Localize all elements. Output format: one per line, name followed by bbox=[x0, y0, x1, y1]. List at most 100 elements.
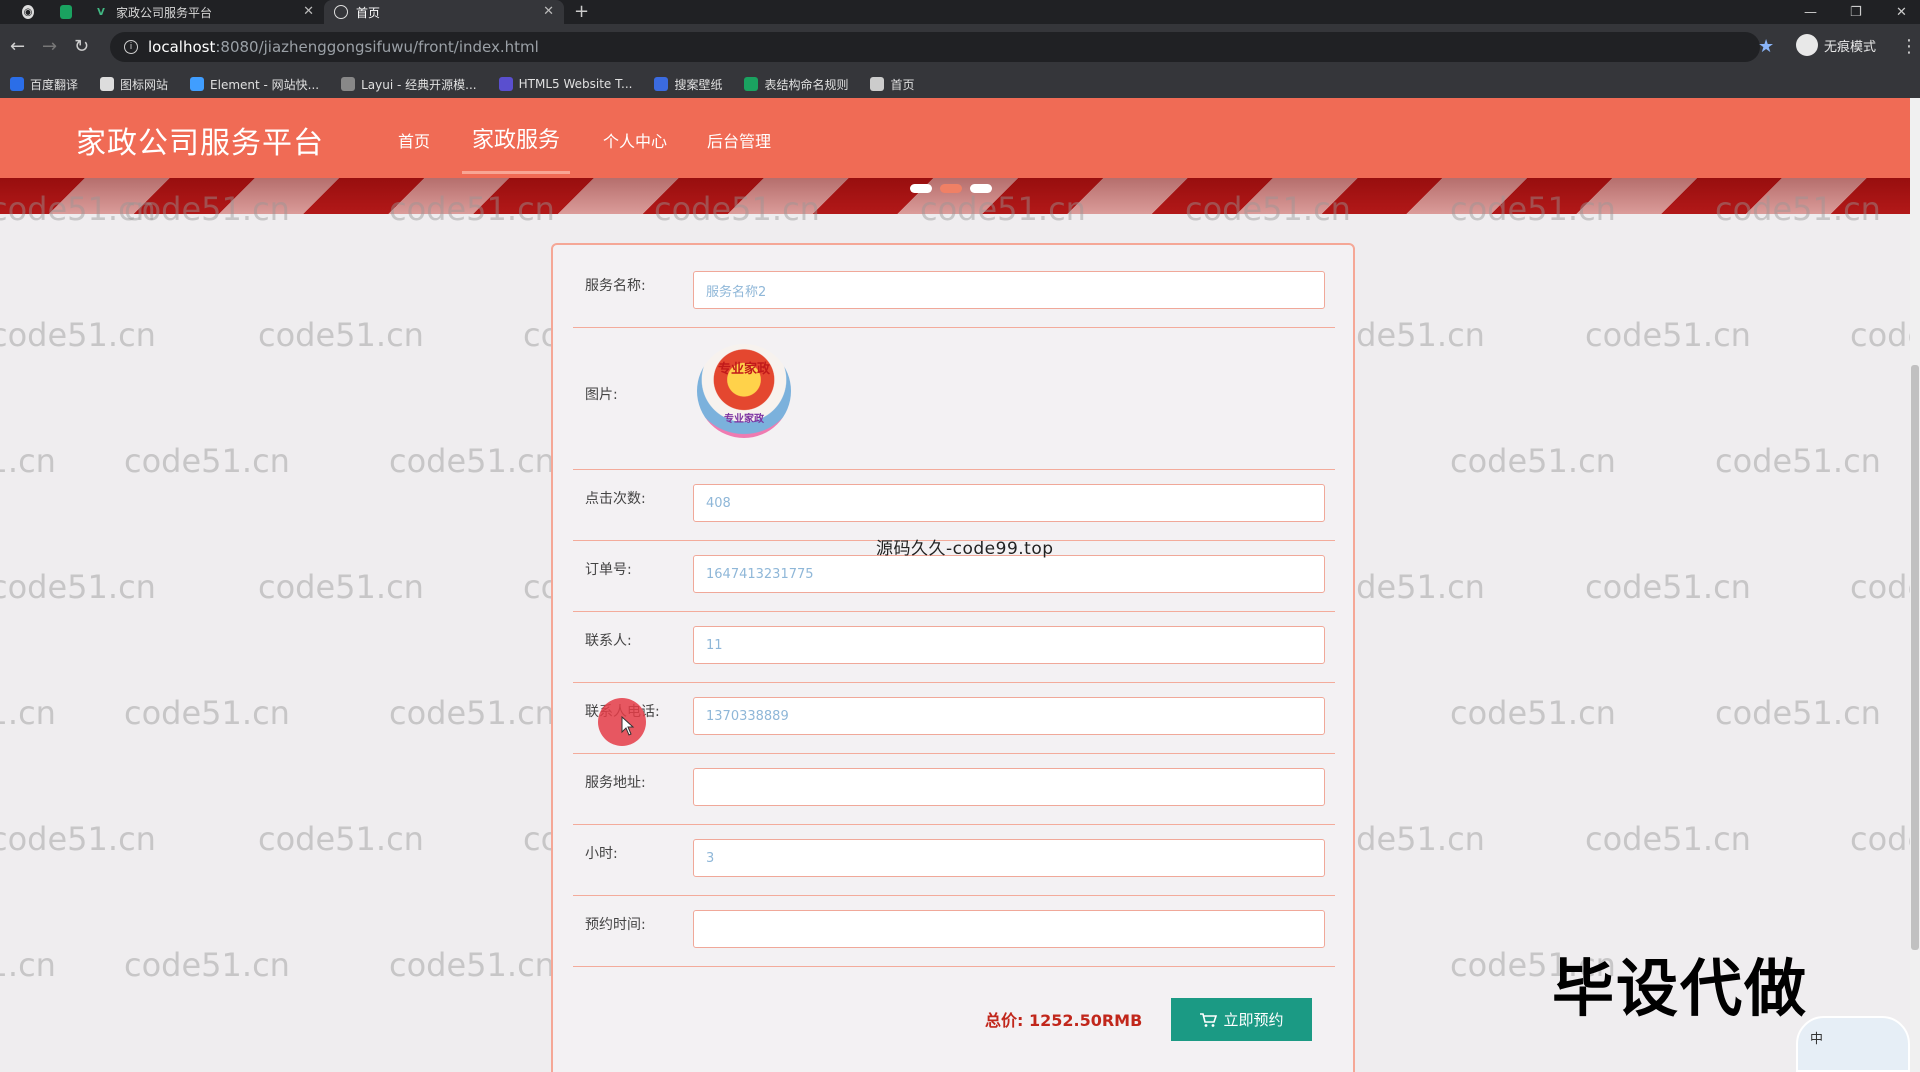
field-label: 预约时间: bbox=[585, 917, 646, 933]
bookmark-item[interactable]: Layui - 经典开源模... bbox=[341, 76, 477, 93]
watermark-text: code51.cn bbox=[124, 694, 290, 732]
source-overlay-text: 源码久久-code99.top bbox=[876, 539, 1054, 559]
scrollbar-thumb[interactable] bbox=[1911, 365, 1919, 950]
tab-label: 家政公司服务平台 bbox=[116, 5, 213, 20]
watermark-text: code51.cn bbox=[1585, 316, 1751, 354]
bookmark-item[interactable]: 图标网站 bbox=[100, 76, 168, 93]
ime-label: 中 bbox=[1810, 1032, 1824, 1047]
watermark-text: code51.cn bbox=[258, 820, 424, 858]
nav-admin[interactable]: 后台管理 bbox=[707, 128, 771, 152]
close-window-icon[interactable]: ✕ bbox=[1896, 0, 1907, 24]
mouse-cursor-icon bbox=[621, 716, 635, 736]
browser-tab-bar: ◉ V 家政公司服务平台 ✕ 首页 ✕ + — ❐ ✕ bbox=[0, 0, 1920, 24]
back-icon[interactable]: ← bbox=[10, 36, 25, 57]
field-input[interactable] bbox=[693, 555, 1325, 593]
bookmark-item[interactable]: 百度翻译 bbox=[10, 76, 78, 93]
reload-icon[interactable]: ↻ bbox=[74, 36, 89, 57]
form-row: 预约时间: bbox=[573, 896, 1335, 967]
watermark-text: code51.cn bbox=[0, 694, 56, 732]
url-input[interactable]: i localhost :8080/jiazhenggongsifuwu/fro… bbox=[110, 32, 1760, 62]
field-label: 小时: bbox=[585, 846, 618, 862]
globe-icon bbox=[334, 5, 348, 19]
site-header: 家政公司服务平台 首页 家政服务 个人中心 后台管理 bbox=[0, 98, 1910, 178]
book-now-button[interactable]: 立即预约 bbox=[1171, 998, 1312, 1041]
image-caption: 专业家政 bbox=[717, 362, 770, 377]
bookmark-item[interactable]: 表结构命名规则 bbox=[744, 76, 848, 93]
form-row: 联系人电话: bbox=[573, 683, 1335, 754]
bookmark-star-icon[interactable]: ★ bbox=[1758, 36, 1774, 57]
address-bar-row: ← → ↻ i localhost :8080/jiazhenggongsifu… bbox=[0, 24, 1920, 70]
booking-form-card: 服务名称:图片:专业家政专业家政点击次数:订单号:联系人:联系人电话:服务地址:… bbox=[551, 243, 1355, 1072]
minimize-icon[interactable]: — bbox=[1804, 0, 1817, 24]
service-image: 专业家政 专业家政 bbox=[697, 344, 791, 438]
bookmark-item[interactable]: 首页 bbox=[870, 76, 915, 93]
nav-active-indicator bbox=[462, 171, 570, 174]
tab-platform[interactable]: V 家政公司服务平台 ✕ bbox=[84, 0, 324, 24]
bookmarks-bar: 百度翻译 图标网站 Element - 网站快... Layui - 经典开源模...… bbox=[0, 70, 1920, 98]
form-row: 联系人: bbox=[573, 612, 1335, 683]
field-input[interactable] bbox=[693, 910, 1325, 948]
bookmark-label: 表结构命名规则 bbox=[764, 77, 849, 92]
bookmark-item[interactable]: 搜案壁纸 bbox=[654, 76, 722, 93]
form-row: 服务地址: bbox=[573, 754, 1335, 825]
url-path: :8080/jiazhenggongsifuwu/front/index.htm… bbox=[215, 38, 539, 56]
nav-home[interactable]: 首页 bbox=[398, 128, 430, 152]
form-row: 点击次数: bbox=[573, 470, 1335, 541]
bookmark-item[interactable]: Element - 网站快... bbox=[190, 76, 319, 93]
image-caption: 专业家政 bbox=[724, 414, 764, 425]
close-icon[interactable]: ✕ bbox=[303, 4, 314, 19]
field-input[interactable] bbox=[693, 697, 1325, 735]
site-info-icon[interactable]: i bbox=[124, 40, 138, 54]
bookmark-label: 首页 bbox=[890, 77, 915, 92]
total-price: 总价: 1252.50RMB bbox=[985, 1007, 1142, 1031]
nav-personal-center[interactable]: 个人中心 bbox=[603, 128, 667, 152]
restore-icon[interactable]: ❐ bbox=[1850, 0, 1862, 24]
forward-icon[interactable]: → bbox=[42, 36, 57, 57]
form-row: 服务名称: bbox=[573, 257, 1335, 328]
watermark-text: code51.cn bbox=[258, 568, 424, 606]
bookmark-label: 搜案壁纸 bbox=[674, 77, 723, 92]
watermark-text: code51.cn bbox=[1450, 694, 1616, 732]
carousel-dot-active[interactable] bbox=[940, 184, 962, 193]
field-input[interactable] bbox=[693, 484, 1325, 522]
watermark-text: code51.cn bbox=[0, 568, 156, 606]
bookmark-icon bbox=[870, 77, 885, 91]
carousel-dots bbox=[910, 184, 992, 193]
field-input[interactable] bbox=[693, 839, 1325, 877]
close-icon[interactable]: ✕ bbox=[543, 4, 554, 19]
pinned-tab[interactable] bbox=[50, 0, 80, 24]
nav-services[interactable]: 家政服务 bbox=[472, 122, 560, 154]
bookmark-label: 图标网站 bbox=[120, 77, 169, 92]
bookmark-label: Element - 网站快... bbox=[210, 77, 320, 92]
bookmark-icon bbox=[654, 77, 669, 91]
watermark-text: code51.cn bbox=[1585, 820, 1751, 858]
field-input[interactable] bbox=[693, 271, 1325, 309]
tab-home[interactable]: 首页 ✕ bbox=[324, 0, 564, 24]
bookmark-icon bbox=[10, 77, 24, 91]
bookmark-icon bbox=[744, 77, 759, 91]
browser-app-icon[interactable]: ◉ bbox=[12, 0, 42, 24]
new-tab-button[interactable]: + bbox=[574, 1, 589, 22]
carousel-dot[interactable] bbox=[910, 184, 932, 193]
watermark-text: code51.cn bbox=[0, 946, 56, 984]
bookmark-icon bbox=[498, 77, 513, 91]
more-menu-icon[interactable]: ⋮ bbox=[1900, 36, 1918, 57]
form-row: 小时: bbox=[573, 825, 1335, 896]
url-host: localhost bbox=[148, 38, 216, 56]
watermark-text: code51.cn bbox=[258, 316, 424, 354]
field-label: 服务地址: bbox=[585, 775, 646, 791]
bookmark-item[interactable]: HTML5 Website T... bbox=[498, 77, 633, 91]
carousel-dot[interactable] bbox=[970, 184, 992, 193]
tab-label: 首页 bbox=[356, 5, 381, 20]
total-value: 1252.50RMB bbox=[1028, 1011, 1143, 1030]
bookmark-label: HTML5 Website T... bbox=[518, 77, 633, 91]
watermark-text: code51.cn bbox=[0, 442, 56, 480]
watermark-text: code51.cn bbox=[0, 316, 156, 354]
bookmark-label: Layui - 经典开源模... bbox=[361, 77, 477, 92]
field-input[interactable] bbox=[693, 768, 1325, 806]
field-input[interactable] bbox=[693, 626, 1325, 664]
watermark-text: code51.cn bbox=[389, 442, 555, 480]
watermark-text: code51.cn bbox=[389, 946, 555, 984]
incognito-indicator[interactable]: 无痕模式 bbox=[1796, 34, 1876, 56]
watermark-text: code51.cn bbox=[124, 946, 290, 984]
